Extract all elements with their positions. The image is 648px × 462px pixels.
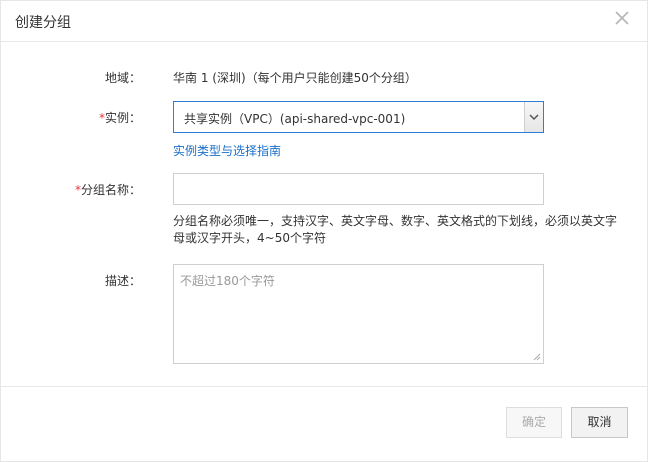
close-icon-glyph bbox=[615, 11, 629, 25]
create-group-dialog: 创建分组 地域： 华南 1 (深圳)（每个用户只能创建50个分组） *实例： 共… bbox=[0, 0, 648, 462]
footer-divider bbox=[1, 386, 647, 387]
region-label: 地域： bbox=[104, 71, 141, 85]
resize-handle-icon[interactable] bbox=[533, 353, 541, 361]
description-placeholder: 不超过180个字符 bbox=[180, 274, 275, 288]
group-name-label-wrap: *分组名称： bbox=[1, 181, 141, 198]
group-name-hint-line1: 分组名称必须唯一，支持汉字、英文字母、数字、英文格式的下划线，必须以英文字 bbox=[173, 214, 618, 228]
instance-label-wrap: *实例： bbox=[1, 109, 141, 126]
chevron-down-icon[interactable] bbox=[524, 102, 543, 132]
instance-guide-link[interactable]: 实例类型与选择指南 bbox=[173, 142, 281, 159]
region-value: 华南 1 (深圳)（每个用户只能创建50个分组） bbox=[173, 71, 417, 85]
cancel-button[interactable]: 取消 bbox=[571, 407, 628, 438]
instance-label: 实例： bbox=[104, 111, 141, 125]
description-textarea[interactable]: 不超过180个字符 bbox=[173, 264, 544, 364]
instance-select-value: 共享实例（VPC）(api-shared-vpc-001) bbox=[184, 112, 406, 126]
dialog-header: 创建分组 bbox=[1, 1, 647, 42]
chevron-down-icon-glyph bbox=[529, 114, 539, 121]
instance-select[interactable]: 共享实例（VPC）(api-shared-vpc-001) bbox=[173, 101, 544, 133]
dialog-title: 创建分组 bbox=[15, 15, 71, 31]
confirm-button[interactable]: 确定 bbox=[506, 407, 562, 438]
description-label: 描述： bbox=[104, 274, 141, 288]
group-name-hint-line2: 母或汉字开头，4~50个字符 bbox=[173, 231, 326, 245]
close-icon[interactable] bbox=[613, 9, 631, 27]
group-name-label: 分组名称： bbox=[80, 183, 141, 197]
group-name-input[interactable] bbox=[173, 173, 544, 205]
group-name-hint: 分组名称必须唯一，支持汉字、英文字母、数字、英文格式的下划线，必须以英文字 母或… bbox=[173, 213, 621, 247]
